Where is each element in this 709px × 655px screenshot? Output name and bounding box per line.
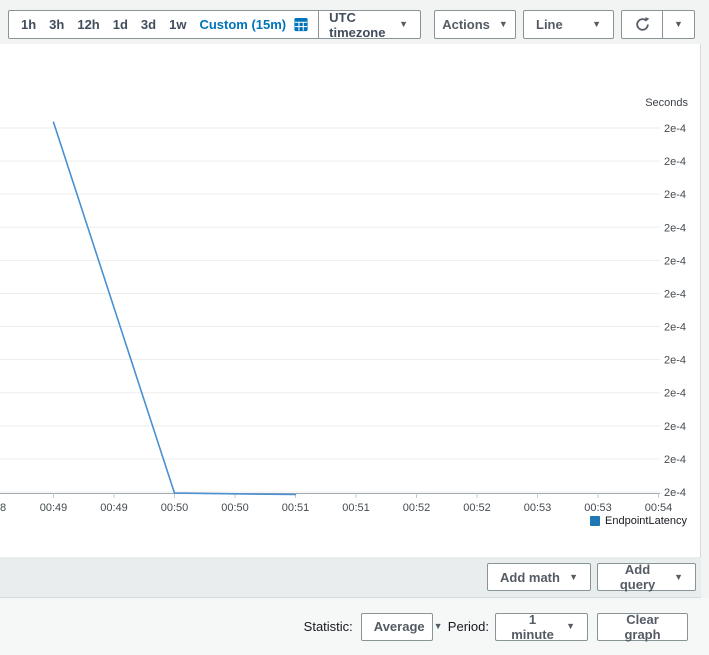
chevron-down-icon: ▼ — [569, 573, 578, 582]
legend-item-endpointlatency[interactable]: EndpointLatency — [590, 515, 687, 527]
x-axis-label: 00:49 — [40, 502, 68, 514]
y-axis-label: 2e-4 — [664, 355, 686, 367]
time-range-1w[interactable]: 1w — [169, 17, 186, 32]
add-query-button[interactable]: Add query ▼ — [597, 563, 696, 591]
chevron-down-icon: ▼ — [566, 622, 575, 631]
statistic-label: Statistic: — [304, 619, 353, 634]
calendar-icon[interactable] — [293, 17, 309, 32]
x-axis-label: 00:49 — [100, 502, 128, 514]
clear-graph-button[interactable]: Clear graph — [597, 613, 688, 641]
chart-panel: 2e-4 2e-4 2e-4 2e-4 2e-4 2e-4 2e-4 2e-4 2e-4 2e-4… — [0, 44, 701, 557]
query-actions-row: Add math ▼ Add query ▼ — [0, 557, 701, 598]
refresh-button[interactable] — [621, 10, 663, 39]
x-axis-label: 8 — [0, 502, 6, 514]
x-axis-label: 00:54 — [645, 502, 673, 514]
add-math-label: Add math — [500, 570, 560, 585]
y-axis-label: 2e-4 — [664, 487, 686, 499]
clear-graph-label: Clear graph — [610, 612, 675, 642]
y-axis-label: 2e-4 — [664, 222, 686, 234]
x-axis-label: 00:52 — [463, 502, 491, 514]
time-range-1d[interactable]: 1d — [113, 17, 128, 32]
y-axis-label: 2e-4 — [664, 454, 686, 466]
timezone-label: UTC timezone — [329, 10, 399, 40]
period-select[interactable]: 1 minute ▼ — [495, 613, 588, 641]
x-axis-label: 00:53 — [584, 502, 612, 514]
chevron-down-icon: ▼ — [434, 622, 443, 631]
x-axis-label: 00:52 — [403, 502, 431, 514]
time-range-12h[interactable]: 12h — [77, 17, 99, 32]
actions-button-label: Actions — [442, 17, 490, 32]
time-range-3h[interactable]: 3h — [49, 17, 64, 32]
statistic-period-row: Statistic: Average ▼ Period: 1 minute ▼ … — [0, 598, 709, 655]
time-range-1h[interactable]: 1h — [21, 17, 36, 32]
x-axis-label: 00:50 — [161, 502, 189, 514]
chart-type-select[interactable]: Line ▼ — [523, 10, 614, 39]
actions-button[interactable]: Actions ▼ — [434, 10, 516, 39]
chart-type-value: Line — [536, 17, 563, 32]
time-range-selector: 1h 3h 12h 1d 3d 1w Custom (15m) UTC time… — [8, 10, 421, 39]
x-axis-label: 00:51 — [342, 502, 370, 514]
y-axis-label: 2e-4 — [664, 421, 686, 433]
statistic-select[interactable]: Average ▼ — [361, 613, 433, 641]
y-axis-label: 2e-4 — [664, 322, 686, 334]
chevron-down-icon: ▼ — [674, 20, 683, 29]
add-math-button[interactable]: Add math ▼ — [487, 563, 591, 591]
timezone-dropdown[interactable]: UTC timezone ▼ — [319, 10, 408, 40]
x-axis-label: 00:53 — [524, 502, 552, 514]
x-axis-label: 00:51 — [282, 502, 310, 514]
y-axis-label: 2e-4 — [664, 156, 686, 168]
toolbar: 1h 3h 12h 1d 3d 1w Custom (15m) UTC time… — [8, 10, 695, 39]
chevron-down-icon: ▼ — [499, 20, 508, 29]
legend-label: EndpointLatency — [605, 515, 687, 527]
metric-line-chart[interactable]: 2e-4 2e-4 2e-4 2e-4 2e-4 2e-4 2e-4 2e-4 2e-4 2e-4… — [0, 44, 701, 557]
y-axis-label: 2e-4 — [664, 388, 686, 400]
y-axis-unit-label: Seconds — [645, 97, 688, 109]
refresh-options-button[interactable]: ▼ — [662, 10, 695, 39]
legend-color-swatch — [590, 516, 600, 526]
chevron-down-icon: ▼ — [592, 20, 601, 29]
chevron-down-icon: ▼ — [674, 573, 683, 582]
y-axis-label: 2e-4 — [664, 189, 686, 201]
add-query-label: Add query — [610, 562, 665, 592]
refresh-button-group: ▼ — [621, 10, 695, 39]
custom-time-range-link[interactable]: Custom (15m) — [199, 17, 286, 32]
y-axis-label: 2e-4 — [664, 288, 686, 300]
y-axis-label: 2e-4 — [664, 255, 686, 267]
y-axis-label: 2e-4 — [664, 123, 686, 135]
refresh-icon — [634, 16, 651, 33]
series-line-EndpointLatency[interactable] — [54, 122, 296, 494]
period-label: Period: — [448, 619, 489, 634]
x-axis-label: 00:50 — [221, 502, 249, 514]
chevron-down-icon: ▼ — [399, 20, 408, 29]
time-range-3d[interactable]: 3d — [141, 17, 156, 32]
statistic-value: Average — [374, 619, 425, 634]
period-value: 1 minute — [508, 612, 557, 642]
